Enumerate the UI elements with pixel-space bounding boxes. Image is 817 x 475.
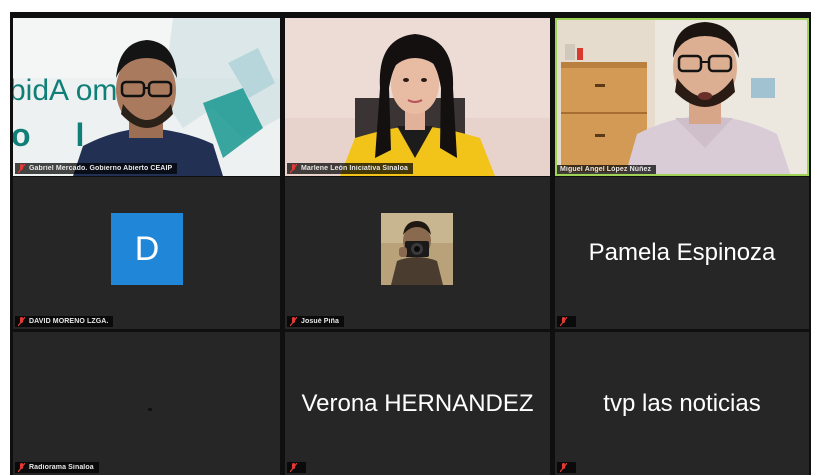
profile-photo [381, 213, 453, 285]
video-placeholder-dot [148, 408, 152, 411]
participant-display-name: tvp las noticias [603, 389, 761, 417]
participant-name-tag: Josué Piña [287, 316, 344, 327]
participant-name: Gabriel Mercado. Gobierno Abierto CEAIP [29, 165, 173, 172]
participant-name-tag: Gabriel Mercado. Gobierno Abierto CEAIP [15, 163, 178, 174]
participant-tile-tvp[interactable]: tvp las noticias [555, 332, 809, 475]
participant-name-tag: Radiorama Sinaloa [15, 462, 99, 473]
participant-tile-radiorama[interactable]: Radiorama Sinaloa [13, 332, 280, 475]
participant-display-name: Verona HERNANDEZ [301, 389, 534, 417]
participant-name: Josué Piña [301, 318, 339, 325]
participant-name: DAVID MORENO LZGA. [29, 318, 109, 325]
muted-mic-icon [18, 463, 25, 472]
avatar: D [111, 213, 183, 285]
muted-mic-icon [290, 463, 297, 472]
participant-tile-david[interactable]: D DAVID MORENO LZGA. [13, 177, 280, 329]
participant-tile-miguel[interactable]: Miguel Ángel López Núñez [555, 18, 809, 176]
participant-video [555, 18, 809, 176]
muted-mic-icon [290, 164, 297, 173]
participant-name-tag [557, 462, 576, 473]
muted-mic-icon [560, 463, 567, 472]
participant-video: bidA omo o l a [13, 18, 280, 176]
avatar-letter: D [134, 229, 160, 268]
participant-name-tag: Miguel Ángel López Núñez [557, 165, 657, 174]
participant-tile-pamela[interactable]: Pamela Espinoza [555, 177, 809, 329]
participant-display-name: Pamela Espinoza [588, 239, 776, 266]
muted-mic-icon [560, 317, 567, 326]
screenshot-stage: bidA omo o l a Gabriel Mercado. Gobierno… [0, 0, 817, 475]
participant-tile-verona[interactable]: Verona HERNANDEZ [285, 332, 550, 475]
gallery-view-grid: bidA omo o l a Gabriel Mercado. Gobierno… [10, 12, 811, 475]
muted-mic-icon [290, 317, 297, 326]
participant-video [285, 18, 550, 176]
participant-name-tag [557, 316, 576, 327]
participant-name-tag: DAVID MORENO LZGA. [15, 316, 114, 327]
participant-tile-marlene[interactable]: Marlene León Iniciativa Sinaloa [285, 18, 550, 176]
participant-name: Radiorama Sinaloa [29, 464, 94, 471]
participant-name-tag [287, 462, 306, 473]
participant-name-tag: Marlene León Iniciativa Sinaloa [287, 163, 413, 174]
participant-name: Marlene León Iniciativa Sinaloa [301, 165, 408, 172]
muted-mic-icon [18, 317, 25, 326]
background-banner-text-1: bidA omo [13, 74, 134, 107]
participant-tile-josue[interactable]: Josué Piña [285, 177, 550, 329]
participant-tile-gabriel[interactable]: bidA omo o l a Gabriel Mercado. Gobierno… [13, 18, 280, 176]
participant-name: Miguel Ángel López Núñez [560, 166, 652, 173]
muted-mic-icon [18, 164, 25, 173]
